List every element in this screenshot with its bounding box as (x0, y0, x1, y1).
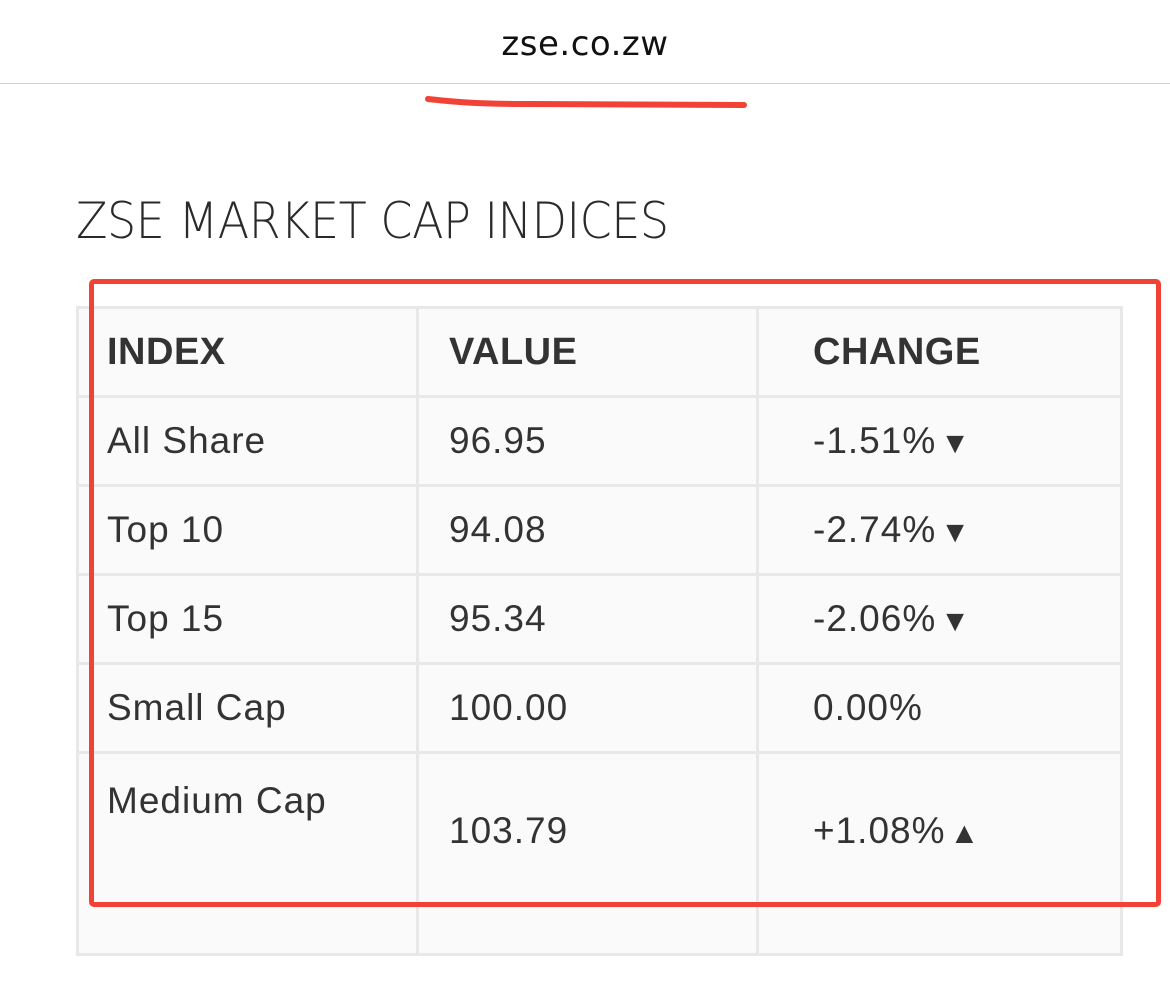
index-name: Top 10 (76, 484, 419, 576)
table-row: All Share 96.95 -1.51% ▼ (76, 395, 1123, 487)
table-row: Small Cap 100.00 0.00% (76, 662, 1123, 754)
index-change: +1.08% ▲ (756, 751, 1123, 956)
column-header-index: INDEX (76, 306, 419, 398)
index-name: Top 15 (76, 573, 419, 665)
table-header-row: INDEX VALUE CHANGE (76, 306, 1123, 398)
browser-address-bar[interactable]: zse.co.zw (0, 0, 1170, 84)
up-arrow-icon: ▲ (949, 817, 981, 850)
url-text[interactable]: zse.co.zw (0, 24, 1170, 64)
index-value: 94.08 (416, 484, 759, 576)
index-change: -1.51% ▼ (756, 395, 1123, 487)
index-change: 0.00% (756, 662, 1123, 754)
page-title: ZSE MARKET CAP INDICES (76, 192, 669, 250)
down-arrow-icon: ▼ (940, 605, 971, 638)
change-text: -2.74% (813, 509, 937, 550)
index-name: Small Cap (76, 662, 419, 754)
index-name: All Share (76, 395, 419, 487)
index-value: 96.95 (416, 395, 759, 487)
table-row: Top 10 94.08 -2.74% ▼ (76, 484, 1123, 576)
column-header-value: VALUE (416, 306, 759, 398)
change-text: -2.06% (813, 598, 937, 639)
table-row: Medium Cap 103.79 +1.08% ▲ (76, 751, 1123, 956)
index-value: 103.79 (416, 751, 759, 956)
red-underline-annotation (425, 96, 747, 108)
index-value: 95.34 (416, 573, 759, 665)
index-change: -2.74% ▼ (756, 484, 1123, 576)
down-arrow-icon: ▼ (940, 516, 971, 549)
change-text: +1.08% (813, 810, 946, 851)
index-value: 100.00 (416, 662, 759, 754)
index-name: Medium Cap (76, 751, 419, 956)
column-header-change: CHANGE (756, 306, 1123, 398)
indices-table: INDEX VALUE CHANGE All Share 96.95 -1.51… (76, 306, 1123, 956)
table-row: Top 15 95.34 -2.06% ▼ (76, 573, 1123, 665)
down-arrow-icon: ▼ (940, 427, 971, 460)
index-change: -2.06% ▼ (756, 573, 1123, 665)
change-text: -1.51% (813, 420, 937, 461)
change-text: 0.00% (813, 687, 923, 728)
